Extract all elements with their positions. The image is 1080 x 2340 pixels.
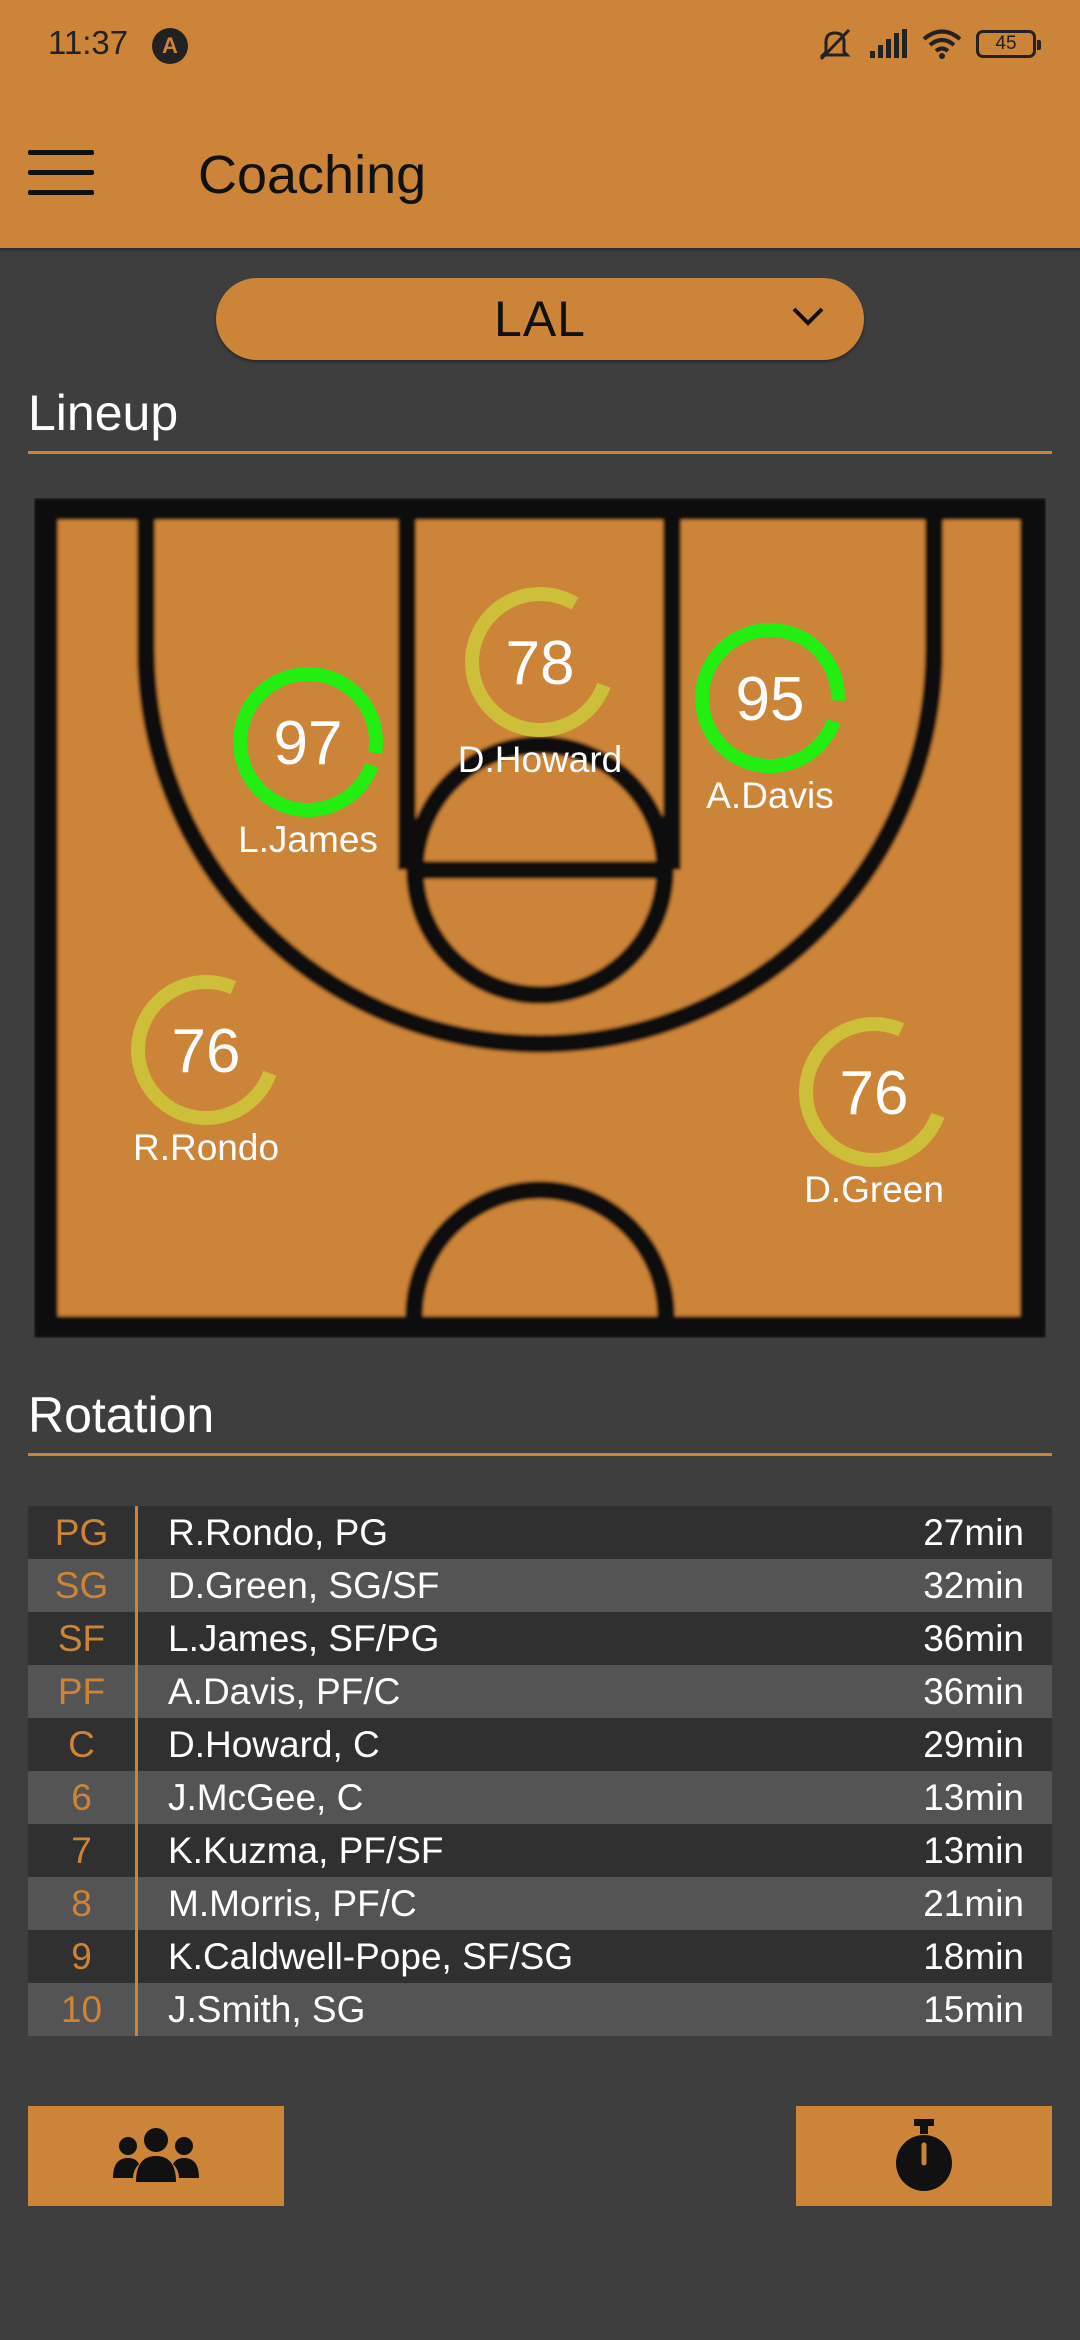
app-notification-icon: A (152, 28, 188, 64)
rotation-minutes: 21min (923, 1882, 1024, 1924)
team-icon (113, 2128, 199, 2182)
team-dropdown[interactable]: LAL (216, 278, 864, 360)
rotation-player: R.Rondo, PG (168, 1511, 389, 1553)
rotation-slot: SG (28, 1559, 138, 1612)
rotation-row[interactable]: 8 M.Morris, PF/C 21min (28, 1877, 1052, 1930)
rotation-minutes: 29min (923, 1723, 1024, 1765)
rotation-slot: 9 (28, 1930, 138, 1983)
wifi-icon (922, 29, 962, 59)
rotation-row[interactable]: 6 J.McGee, C 13min (28, 1771, 1052, 1824)
rotation-row[interactable]: 10 J.Smith, SG 15min (28, 1983, 1052, 2036)
signal-icon (870, 29, 907, 58)
timer-button[interactable] (796, 2106, 1052, 2206)
player-name: R.Rondo (133, 1127, 279, 1168)
rotation-row[interactable]: 9 K.Caldwell-Pope, SF/SG 18min (28, 1930, 1052, 1983)
rotation-row[interactable]: SF L.James, SF/PG 36min (28, 1612, 1052, 1665)
player-name: L.James (238, 819, 378, 860)
rotation-player: M.Morris, PF/C (168, 1882, 417, 1924)
app-bar: 11:37 A 45 Coaching (0, 0, 1080, 248)
rotation-row[interactable]: C D.Howard, C 29min (28, 1718, 1052, 1771)
mute-icon (819, 28, 851, 61)
player-rating: 76 (840, 1059, 909, 1128)
rotation-slot: C (28, 1718, 138, 1771)
status-time: 11:37 (48, 24, 129, 61)
rotation-player: J.Smith, SG (168, 1988, 366, 2030)
rotation-minutes: 13min (923, 1829, 1024, 1871)
rotation-minutes: 36min (923, 1617, 1024, 1659)
rotation-minutes: 18min (923, 1935, 1024, 1977)
player-rating: 95 (736, 665, 805, 734)
rotation-slot: 10 (28, 1983, 138, 2036)
rotation-minutes: 32min (923, 1564, 1024, 1606)
rotation-player: D.Howard, C (168, 1723, 380, 1765)
rotation-slot: PF (28, 1665, 138, 1718)
player-name: D.Green (804, 1169, 944, 1210)
rotation-minutes: 36min (923, 1670, 1024, 1712)
lineup-title: Lineup (28, 385, 179, 441)
player-name: D.Howard (458, 739, 623, 780)
status-icons: 45 (816, 26, 1041, 62)
rotation-minutes: 27min (923, 1511, 1024, 1553)
rotation-row[interactable]: 7 K.Kuzma, PF/SF 13min (28, 1824, 1052, 1877)
hamburger-menu-icon[interactable] (28, 150, 94, 198)
rotation-player: J.McGee, C (168, 1776, 364, 1818)
battery-icon: 45 (976, 30, 1041, 58)
stopwatch-icon (896, 2119, 952, 2191)
team-dropdown-value: LAL (494, 291, 586, 347)
page-title: Coaching (198, 145, 427, 205)
rotation-slot: SF (28, 1612, 138, 1665)
rotation-minutes: 15min (923, 1988, 1024, 2030)
rotation-row[interactable]: SG D.Green, SG/SF 32min (28, 1559, 1052, 1612)
rotation-slot: PG (28, 1506, 138, 1559)
rotation-slot: 6 (28, 1771, 138, 1824)
player-rating: 76 (172, 1017, 241, 1086)
basketball-court: 97 L.James 78 D.Howard 95 A.Davis 76 R.Rondo 76 D… (34, 498, 1046, 1338)
rotation-minutes: 13min (923, 1776, 1024, 1818)
player-rating: 78 (506, 629, 575, 698)
rotation-title: Rotation (28, 1387, 215, 1443)
rotation-table: PG R.Rondo, PG 27min SG D.Green, SG/SF 32min S… (28, 1506, 1052, 2036)
rotation-player: K.Kuzma, PF/SF (168, 1829, 444, 1871)
team-button[interactable] (28, 2106, 284, 2206)
rotation-slot: 7 (28, 1824, 138, 1877)
rotation-player: K.Caldwell-Pope, SF/SG (168, 1935, 574, 1977)
chevron-down-icon (792, 307, 824, 326)
rotation-divider (28, 1453, 1052, 1456)
player-name: A.Davis (706, 775, 833, 816)
rotation-row[interactable]: PG R.Rondo, PG 27min (28, 1506, 1052, 1559)
lineup-divider (28, 451, 1052, 454)
rotation-player: A.Davis, PF/C (168, 1670, 401, 1712)
rotation-player: L.James, SF/PG (168, 1617, 440, 1659)
rotation-row[interactable]: PF A.Davis, PF/C 36min (28, 1665, 1052, 1718)
player-rating: 97 (274, 709, 343, 778)
rotation-player: D.Green, SG/SF (168, 1564, 440, 1606)
rotation-slot: 8 (28, 1877, 138, 1930)
